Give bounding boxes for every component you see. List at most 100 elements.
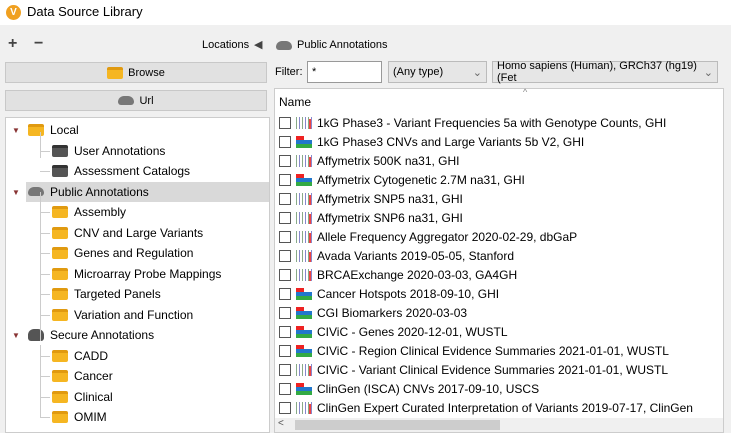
tree-item[interactable]: Secure Annotations (26, 325, 269, 345)
list-item-label: CIViC - Genes 2020-12-01, WUSTL (317, 324, 508, 339)
tree-item[interactable]: CNV and Large Variants (50, 223, 269, 243)
tree-connector (40, 345, 41, 418)
list-item[interactable]: Avada Variants 2019-05-05, Stanford (279, 246, 514, 265)
expand-arrow-icon[interactable]: ▼ (12, 331, 20, 340)
interval-track-icon (296, 287, 312, 300)
tree-item[interactable]: CADD (50, 346, 269, 366)
checkbox[interactable] (279, 211, 291, 224)
name-column-header[interactable]: Name (279, 95, 311, 109)
checkbox[interactable] (279, 306, 291, 319)
horizontal-scrollbar[interactable]: < (275, 418, 723, 432)
list-item[interactable]: Cancer Hotspots 2018-09-10, GHI (279, 284, 499, 303)
list-item[interactable]: 1kG Phase3 CNVs and Large Variants 5b V2… (279, 132, 584, 151)
cloud-icon (276, 41, 292, 50)
checkbox[interactable] (279, 325, 291, 338)
type-select-value: (Any type) (393, 66, 444, 78)
list-item[interactable]: Affymetrix Cytogenetic 2.7M na31, GHI (279, 170, 525, 189)
tree-item[interactable]: Genes and Regulation (50, 243, 269, 263)
checkbox[interactable] (279, 268, 291, 281)
remove-location-button[interactable]: − (34, 35, 43, 53)
location-tree[interactable]: ▼ Local User Annotations Assessment Catalog… (5, 117, 270, 433)
checkbox[interactable] (279, 249, 291, 262)
add-location-button[interactable]: + (8, 35, 17, 53)
tree-item[interactable]: Variation and Function (50, 305, 269, 325)
variant-track-icon (296, 116, 312, 129)
list-item-label: Affymetrix 500K na31, GHI (317, 153, 460, 168)
list-item[interactable]: Affymetrix SNP6 na31, GHI (279, 208, 463, 227)
interval-track-icon (296, 135, 312, 148)
list-item[interactable]: CIViC - Genes 2020-12-01, WUSTL (279, 322, 508, 341)
interval-track-icon (296, 306, 312, 319)
tree-item[interactable]: Clinical (50, 387, 269, 407)
list-item-label: CIViC - Region Clinical Evidence Summari… (317, 343, 669, 358)
tree-item[interactable]: Microarray Probe Mappings (50, 264, 269, 284)
interval-track-icon (296, 344, 312, 357)
list-item-label: Affymetrix Cytogenetic 2.7M na31, GHI (317, 172, 525, 187)
list-item[interactable]: CIViC - Variant Clinical Evidence Summar… (279, 360, 668, 379)
tree-item[interactable]: OMIM (50, 407, 269, 427)
tree-item[interactable]: Assessment Catalogs (50, 161, 269, 181)
list-item[interactable]: Affymetrix SNP5 na31, GHI (279, 189, 463, 208)
source-list[interactable]: ^ Name < 1kG Phase3 - Variant Frequencie… (274, 87, 724, 433)
checkbox[interactable] (279, 363, 291, 376)
list-item[interactable]: Affymetrix 500K na31, GHI (279, 151, 460, 170)
tree-connector (40, 192, 41, 341)
checkbox[interactable] (279, 154, 291, 167)
scroll-left-icon[interactable]: < (278, 418, 284, 429)
variant-track-icon (296, 249, 312, 262)
title-bar: V Data Source Library (0, 0, 731, 25)
window-title: Data Source Library (27, 4, 143, 19)
browse-button[interactable]: Browse (5, 62, 267, 83)
tree-item[interactable]: Assembly (50, 202, 269, 222)
tree-item[interactable]: Targeted Panels (50, 284, 269, 304)
list-item[interactable]: 1kG Phase3 - Variant Frequencies 5a with… (279, 113, 666, 132)
tree-connector (40, 417, 50, 418)
list-item[interactable]: ClinGen (ISCA) CNVs 2017-09-10, USCS (279, 379, 539, 398)
tree-item[interactable]: Local (26, 120, 269, 140)
checkbox[interactable] (279, 116, 291, 129)
chevron-down-icon: ⌄ (703, 66, 713, 79)
tree-item-label: CNV and Large Variants (74, 225, 204, 240)
list-item[interactable]: ClinGen Expert Curated Interpretation of… (279, 398, 693, 417)
tree-item-label: Cancer (74, 369, 113, 383)
scrollbar-thumb[interactable] (295, 420, 500, 430)
list-item[interactable]: CIViC - Region Clinical Evidence Summari… (279, 341, 669, 360)
checkbox[interactable] (279, 135, 291, 148)
tree-item-label: Local (50, 123, 79, 137)
expand-arrow-icon[interactable]: ▼ (12, 126, 20, 135)
tree-connector (40, 355, 50, 357)
filter-input[interactable] (307, 61, 382, 83)
list-item-label: Affymetrix SNP6 na31, GHI (317, 210, 463, 225)
tree-connector (40, 314, 50, 316)
type-select[interactable]: (Any type) ⌄ (388, 61, 487, 83)
expand-arrow-icon[interactable]: ▼ (12, 188, 20, 197)
tree-item[interactable]: Cancer (50, 366, 269, 386)
list-item[interactable]: BRCAExchange 2020-03-03, GA4GH (279, 265, 517, 284)
browse-label: Browse (128, 66, 165, 79)
checkbox[interactable] (279, 344, 291, 357)
variant-track-icon (296, 363, 312, 376)
list-item-label: CIViC - Variant Clinical Evidence Summar… (317, 362, 669, 377)
collapse-locations-icon[interactable]: ◀ (254, 38, 262, 51)
list-item-label: 1kG Phase3 - Variant Frequencies 5a with… (317, 115, 667, 130)
url-button[interactable]: Url (5, 90, 267, 111)
tree-item-label: Variation and Function (74, 307, 194, 322)
genome-select[interactable]: Homo sapiens (Human), GRCh37 (hg19) (Fet… (492, 60, 718, 84)
checkbox[interactable] (279, 230, 291, 243)
checkbox[interactable] (279, 287, 291, 300)
checkbox[interactable] (279, 192, 291, 205)
checkbox[interactable] (279, 382, 291, 395)
tree-item[interactable]: Public Annotations (26, 181, 269, 202)
checkbox[interactable] (279, 401, 291, 414)
chevron-down-icon: ⌄ (472, 66, 482, 79)
checkbox[interactable] (279, 173, 291, 186)
tree-item[interactable]: User Annotations (50, 141, 269, 161)
variant-track-icon (296, 401, 312, 414)
url-label: Url (139, 94, 154, 107)
folder-icon (52, 411, 68, 423)
dark-folder-icon (52, 144, 68, 157)
list-item[interactable]: CGI Biomarkers 2020-03-03 (279, 303, 467, 322)
folder-icon (52, 206, 68, 218)
list-item[interactable]: Allele Frequency Aggregator 2020-02-29, … (279, 227, 577, 246)
sort-ascending-icon[interactable]: ^ (523, 87, 527, 97)
